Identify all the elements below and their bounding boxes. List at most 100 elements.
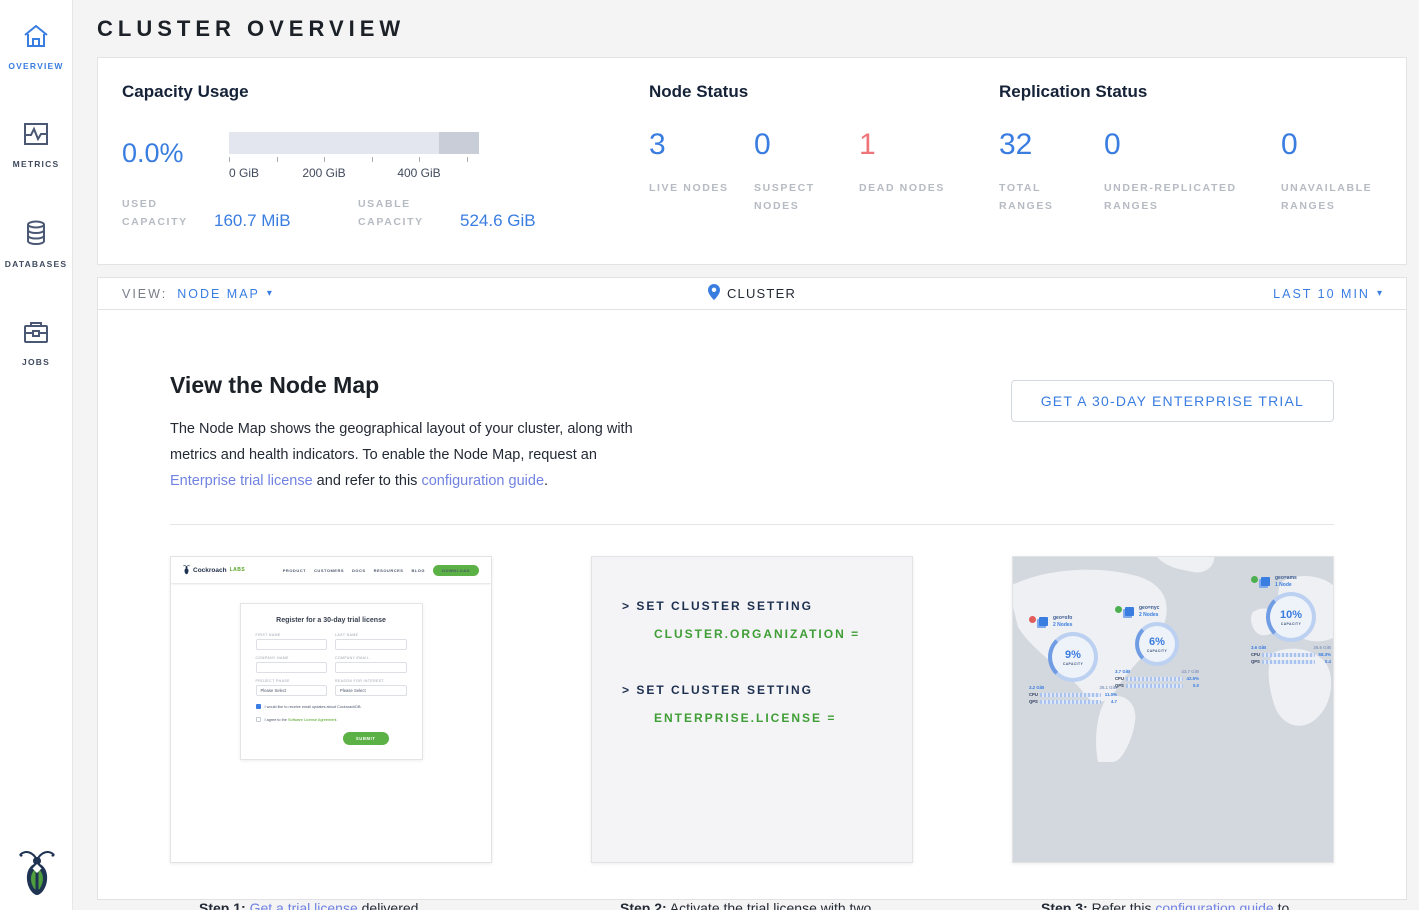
description-text: The Node Map shows the geographical layo… [170,421,633,463]
mini-checkbox-label: I would like to receive email updates ab… [265,705,362,709]
suspect-nodes-label: SUSPECT NODES [754,180,846,216]
step-3-card: geo=sfo 2 Nodes 9% CAPACITY 3.2 GiB [1012,556,1334,863]
configuration-guide-link[interactable]: configuration guide [421,473,544,489]
live-nodes-value: 3 [649,128,754,162]
node-status-section: Node Status 3 LIVE NODES 0 SUSPECT NODES… [649,82,999,264]
total-capacity: 43.7 GiB [1181,669,1199,674]
sidebar-item-databases[interactable]: DATABASES [0,211,72,277]
usable-capacity-value: 524.6 GiB [460,211,536,231]
mini-input [335,639,407,650]
capacity-percent: 0.0% [122,138,229,169]
node-map-description: The Node Map shows the geographical layo… [170,416,648,494]
sql-setting: CLUSTER.ORGANIZATION = [654,627,912,641]
mini-field-label: COMPANY NAME [256,656,328,660]
mini-checkbox-checked [256,704,261,709]
mini-nav-item: RESOURCES [374,568,404,573]
cpu-bar [1040,693,1101,697]
locality-name: geo=nyc [1139,605,1159,612]
map-node-nyc: geo=nyc 2 Nodes 6% CAPACITY 3.7 GiB [1115,605,1199,688]
sidebar-item-label: OVERVIEW [8,61,63,71]
mini-field-label: FIRST NAME [256,633,328,637]
tick-label: 400 GiB [397,166,440,180]
sidebar: OVERVIEW METRICS DATABASES JOBS [0,0,73,910]
node-map-panel: View the Node Map The Node Map shows the… [97,310,1407,900]
mini-nav-item: BLOG [411,568,425,573]
section-divider [170,524,1334,525]
total-capacity: 36.6 GiB [1313,645,1331,650]
step-1-caption: Step 1: Get a trial license delivered st… [171,862,491,910]
tick-label: 0 GiB [229,166,259,180]
mini-field-label: REASON FOR INTEREST [335,679,407,683]
step-3-caption: Step 3: Refer this configuration guide t… [1013,862,1333,910]
replication-status-section: Replication Status 32 TOTAL RANGES 0 UND… [999,82,1406,264]
mini-input [256,639,328,650]
sidebar-item-metrics[interactable]: METRICS [0,113,72,177]
mini-download-button: DOWNLOAD [433,565,479,576]
sql-setting: ENTERPRISE.LICENSE = [654,711,912,725]
time-range-dropdown[interactable]: LAST 10 MIN ▾ [1273,287,1382,301]
enterprise-trial-license-link[interactable]: Enterprise trial license [170,473,313,489]
dead-nodes-value: 1 [859,128,964,162]
unavailable-ranges-label: UNAVAILABLE RANGES [1281,180,1373,216]
view-bar: VIEW: NODE MAP ▾ CLUSTER LAST 10 MIN ▾ [97,277,1407,310]
mini-logo-suffix: LABS [230,567,246,573]
step-2-caption: Step 2: Activate the trial license with … [592,862,912,910]
sidebar-item-overview[interactable]: OVERVIEW [0,15,72,79]
node-status-dot-green [1251,576,1258,583]
under-replicated-ranges-label: UNDER-REPLICATED RANGES [1104,180,1269,216]
suspect-nodes-stat: 0 SUSPECT NODES [754,128,859,216]
locality-node-count: 1 Node [1275,582,1297,589]
enterprise-trial-button[interactable]: GET A 30-DAY ENTERPRISE TRIAL [1011,380,1334,422]
sidebar-item-jobs[interactable]: JOBS [0,311,72,375]
sidebar-item-label: METRICS [13,159,60,169]
locality-node-count: 2 Nodes [1053,622,1072,629]
mini-checkbox [256,717,261,722]
locality-name: geo=sfo [1053,615,1072,622]
total-ranges-value: 32 [999,128,1104,162]
tick-label: 200 GiB [302,166,345,180]
mini-select: Please Select [256,685,328,696]
map-node-sfo: geo=sfo 2 Nodes 9% CAPACITY 3.2 GiB [1029,615,1117,704]
get-trial-license-link[interactable]: Get a trial license [250,900,358,910]
step-3-label: Step 3: [1041,900,1088,910]
mini-input [256,662,328,673]
mini-nav-item: PRODUCT [283,568,306,573]
mini-registration-form: Register for a 30-day trial license FIRS… [240,603,423,760]
node-map-thumbnail: geo=sfo 2 Nodes 9% CAPACITY 3.2 GiB [1013,557,1333,862]
mini-checkbox-label: I agree to the Software License Agreemen… [265,718,338,722]
view-selector-dropdown[interactable]: NODE MAP ▾ [177,287,272,301]
total-ranges-label: TOTAL RANGES [999,180,1091,216]
live-nodes-stat: 3 LIVE NODES [649,128,754,216]
capacity-gauge-reserved [439,132,479,154]
sql-command: > SET CLUSTER SETTING [622,599,912,613]
dead-nodes-label: DEAD NODES [859,180,951,198]
breadcrumb-cluster: CLUSTER [727,286,796,301]
description-text: and refer to this [313,473,422,489]
qps-bar [1126,684,1183,688]
mini-submit-button: SUBMIT [343,732,389,745]
mini-nav-item: DOCS [352,568,366,573]
configuration-guide-link[interactable]: configuration guide [1155,900,1273,910]
database-icon [22,219,50,252]
mini-logo-text: Cockroach [193,567,227,574]
capacity-gauge: 0 GiB 200 GiB 400 GiB [229,132,479,182]
sidebar-item-label: JOBS [22,357,50,367]
used-capacity: 3.2 GiB [1029,685,1044,690]
under-replicated-ranges-value: 0 [1104,128,1281,162]
qps-bar [1040,700,1101,704]
under-replicated-ranges-stat: 0 UNDER-REPLICATED RANGES [1104,128,1281,216]
sql-command: > SET CLUSTER SETTING [622,683,912,697]
capacity-gauge-bar [229,132,479,154]
locality-node-count: 2 Nodes [1139,612,1159,619]
metrics-icon [22,121,50,152]
cpu-bar [1126,677,1183,681]
usable-capacity-label: USABLE CAPACITY [358,196,454,232]
capacity-caption: CAPACITY [1281,622,1301,626]
total-ranges-stat: 32 TOTAL RANGES [999,128,1104,216]
unavailable-ranges-stat: 0 UNAVAILABLE RANGES [1281,128,1373,216]
location-pin-icon [708,284,720,303]
main-content: CLUSTER OVERVIEW Capacity Usage 0.0% 0 G… [73,0,1419,900]
description-text: . [544,473,548,489]
mini-field-label: LAST NAME [335,633,407,637]
step-1-card: Cockroach LABS PRODUCT CUSTOMERS DOCS RE… [170,556,492,863]
